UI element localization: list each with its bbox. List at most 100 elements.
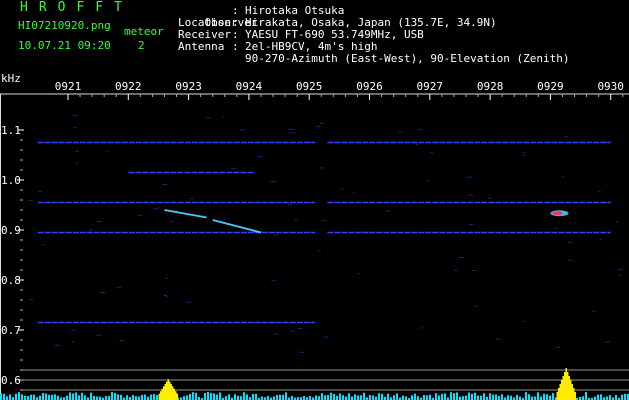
activity-burst	[568, 376, 570, 400]
activity-bar	[24, 395, 26, 400]
activity-bar	[435, 393, 437, 400]
activity-bar	[492, 394, 494, 400]
meteor-echoes	[164, 209, 569, 234]
activity-bar	[459, 396, 461, 400]
y-tick-label: 0.7	[1, 324, 21, 337]
activity-bar	[606, 396, 608, 400]
noise-speck	[474, 305, 479, 307]
activity-bar	[531, 396, 533, 400]
activity-bar	[246, 394, 248, 400]
noise-speck	[186, 301, 192, 303]
activity-bar	[510, 395, 512, 400]
activity-bar	[381, 393, 383, 400]
activity-bar	[480, 395, 482, 400]
activity-bar	[348, 393, 350, 400]
activity-burst	[560, 380, 563, 400]
noise-speck	[119, 340, 125, 342]
activity-bar	[414, 393, 416, 400]
x-tick-label: 0924	[236, 80, 263, 93]
noise-speck	[321, 219, 327, 221]
noise-speck	[385, 210, 391, 212]
activity-bar	[345, 396, 347, 400]
activity-burst	[171, 386, 174, 400]
activity-burst	[170, 384, 172, 400]
activity-burst	[566, 372, 569, 400]
activity-bar	[150, 394, 152, 400]
noise-speck	[231, 167, 236, 169]
activity-bar	[27, 395, 29, 400]
activity-bar	[462, 396, 464, 400]
activity-bar	[369, 395, 371, 400]
activity-bar	[18, 392, 20, 400]
activity-bar	[69, 392, 71, 400]
noise-speck	[430, 152, 433, 154]
activity-bar	[438, 395, 440, 400]
activity-burst	[174, 391, 177, 400]
noise-speck	[618, 274, 621, 276]
activity-bar	[228, 394, 230, 400]
activity-bar	[477, 395, 479, 400]
activity-burst	[556, 392, 558, 400]
plot-axes: kHz 0921 0922 0923 0924 0925 0926 0927 0928 0929 0…	[0, 72, 629, 400]
activity-bar	[3, 393, 5, 400]
y-tick-label: 0.6	[1, 374, 21, 387]
noise-speck	[564, 136, 568, 138]
noise-speck	[360, 231, 363, 233]
activity-bar	[321, 393, 323, 400]
noise-speck	[554, 227, 558, 229]
activity-bar	[327, 394, 329, 400]
noise-speck	[472, 270, 477, 272]
activity-burst	[572, 388, 575, 400]
carrier-traces	[28, 115, 624, 353]
activity-bar	[234, 394, 236, 400]
activity-bar	[339, 393, 341, 400]
x-tick-label: 0930	[597, 80, 624, 93]
activity-burst	[562, 376, 564, 400]
noise-speck	[29, 299, 33, 301]
activity-bar	[186, 395, 188, 400]
activity-bar	[216, 394, 218, 400]
activity-bar	[243, 392, 245, 400]
noise-speck	[96, 221, 103, 223]
activity-bar	[423, 395, 425, 400]
x-tick-label: 0927	[417, 80, 444, 93]
noise-speck	[274, 333, 279, 335]
x-tick-label: 0928	[477, 80, 504, 93]
activity-bar	[225, 396, 227, 400]
activity-bar	[336, 395, 338, 400]
noise-speck	[340, 188, 343, 190]
noise-speck	[567, 242, 572, 244]
noise-speck	[288, 132, 295, 134]
activity-bar	[519, 396, 521, 400]
noise-speck	[290, 330, 296, 332]
x-tick-label: 0921	[55, 80, 82, 93]
noise-speck	[71, 329, 76, 331]
noise-speck	[89, 229, 94, 231]
activity-burst	[565, 368, 567, 400]
activity-bar	[540, 396, 542, 400]
activity-bar	[210, 392, 212, 400]
activity-bar	[543, 393, 545, 400]
activity-bar	[45, 393, 47, 400]
activity-bar	[549, 395, 551, 400]
activity-bar	[609, 395, 611, 400]
activity-bar	[54, 394, 56, 400]
noise-speck	[556, 346, 560, 348]
meteor-echo-core	[552, 211, 563, 216]
activity-bar	[552, 392, 554, 400]
noise-speck	[605, 341, 611, 343]
activity-burst	[557, 388, 560, 400]
activity-bar	[405, 396, 407, 400]
noise-speck	[522, 154, 526, 156]
activity-bar	[120, 394, 122, 400]
noise-speck	[320, 123, 324, 125]
activity-bar	[279, 394, 281, 400]
activity-bar	[489, 393, 491, 400]
noise-speck	[420, 327, 424, 329]
noise-speck	[257, 155, 263, 157]
activity-bar	[78, 395, 80, 400]
activity-bar	[276, 395, 278, 400]
meteor-echo	[164, 209, 207, 219]
activity-bar	[450, 392, 452, 400]
activity-burst	[173, 388, 175, 400]
